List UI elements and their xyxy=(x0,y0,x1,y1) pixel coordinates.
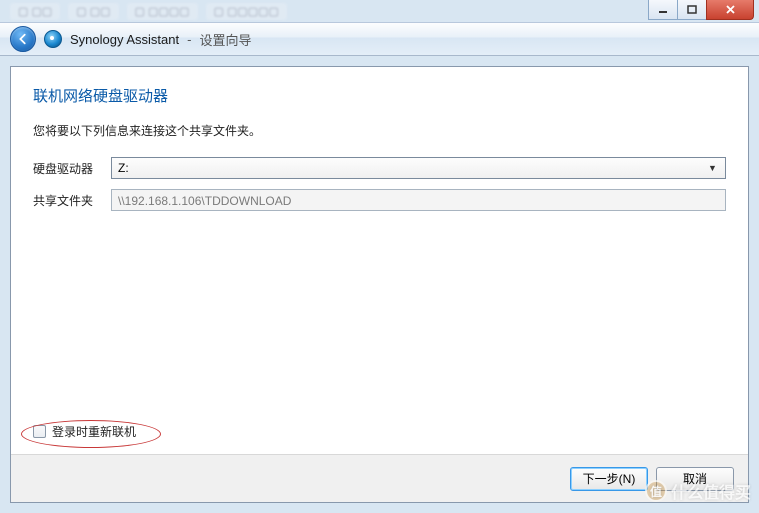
app-name: Synology Assistant xyxy=(70,32,179,47)
header-separator: - xyxy=(187,32,191,47)
minimize-button[interactable] xyxy=(648,0,678,20)
maximize-icon xyxy=(687,5,697,15)
close-button[interactable] xyxy=(706,0,754,20)
next-button[interactable]: 下一步(N) xyxy=(570,467,648,491)
wizard-content: 联机网络硬盘驱动器 您将要以下列信息来连接这个共享文件夹。 硬盘驱动器 Z: ▼… xyxy=(11,67,748,454)
window-controls xyxy=(649,0,754,20)
wizard-panel: 联机网络硬盘驱动器 您将要以下列信息来连接这个共享文件夹。 硬盘驱动器 Z: ▼… xyxy=(10,66,749,503)
cancel-button[interactable]: 取消 xyxy=(656,467,734,491)
folder-row: 共享文件夹 \\192.168.1.106\TDDOWNLOAD xyxy=(33,189,726,211)
drive-row: 硬盘驱动器 Z: ▼ xyxy=(33,157,726,179)
drive-value: Z: xyxy=(118,161,129,175)
wizard-heading: 联机网络硬盘驱动器 xyxy=(33,85,726,106)
app-icon xyxy=(44,30,62,48)
reconnect-row: 登录时重新联机 xyxy=(33,423,136,440)
maximize-button[interactable] xyxy=(677,0,707,20)
page-title: 设置向导 xyxy=(199,30,251,49)
wizard-description: 您将要以下列信息来连接这个共享文件夹。 xyxy=(33,122,726,139)
folder-label: 共享文件夹 xyxy=(33,192,103,209)
minimize-icon xyxy=(658,5,668,15)
back-arrow-icon xyxy=(16,32,30,46)
background-tabs: ▢ ▢▢▢ ▢▢▢ ▢▢▢▢▢ ▢▢▢▢▢ xyxy=(0,0,759,22)
drive-label: 硬盘驱动器 xyxy=(33,160,103,177)
chevron-down-icon: ▼ xyxy=(704,158,721,178)
header-bar: Synology Assistant - 设置向导 xyxy=(0,22,759,56)
wizard-footer: 下一步(N) 取消 xyxy=(11,454,748,502)
close-icon xyxy=(725,4,736,15)
back-button[interactable] xyxy=(10,26,36,52)
reconnect-label: 登录时重新联机 xyxy=(52,423,136,440)
reconnect-checkbox[interactable] xyxy=(33,425,46,438)
drive-dropdown[interactable]: Z: ▼ xyxy=(111,157,726,179)
folder-field: \\192.168.1.106\TDDOWNLOAD xyxy=(111,189,726,211)
